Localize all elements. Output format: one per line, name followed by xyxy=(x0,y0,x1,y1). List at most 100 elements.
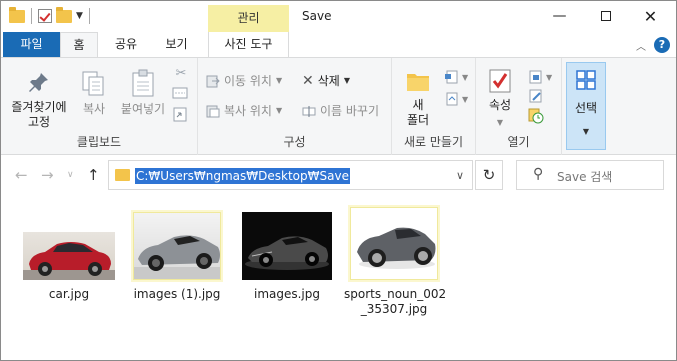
copy-to-icon xyxy=(206,105,220,118)
help-icon[interactable]: ? xyxy=(654,37,670,53)
properties-button[interactable]: 속성 ▼ xyxy=(482,68,518,130)
history-icon xyxy=(528,108,544,124)
address-dropdown-icon[interactable]: ∨ xyxy=(456,169,464,182)
open-group: 속성 ▼ ▼ 열기 xyxy=(476,58,562,155)
new-item-icon xyxy=(445,70,458,84)
copy-button[interactable]: 복사 xyxy=(75,70,113,117)
collapse-ribbon-icon[interactable]: ︿ xyxy=(636,38,646,53)
chevron-down-icon: ▼ xyxy=(582,127,590,136)
context-tab-manage[interactable]: 관리 xyxy=(208,5,289,32)
rename-label: 이름 바꾸기 xyxy=(320,104,380,118)
dark-supercar-thumbnail xyxy=(242,212,332,280)
tab-file[interactable]: 파일 xyxy=(3,32,60,57)
address-bar[interactable]: C:₩Users₩ngmas₩Desktop₩Save ∨ xyxy=(108,160,473,190)
easy-access-button[interactable]: ▼ xyxy=(444,88,468,110)
chevron-down-icon: ▼ xyxy=(275,76,283,85)
properties-check-icon[interactable] xyxy=(38,9,52,23)
move-to-icon xyxy=(206,75,220,88)
minimize-button[interactable]: — xyxy=(537,1,582,32)
back-arrow-icon[interactable]: ← xyxy=(15,166,28,184)
chevron-down-icon: ▼ xyxy=(462,94,469,104)
new-folder-icon[interactable] xyxy=(56,6,72,23)
navigation-bar: ← → ∨ ↑ C:₩Users₩ngmas₩Desktop₩Save ∨ ↻ … xyxy=(1,156,676,196)
open-small-buttons: ▼ xyxy=(528,66,552,128)
address-path[interactable]: C:₩Users₩ngmas₩Desktop₩Save xyxy=(135,168,350,184)
ribbon-tabs: 파일 홈 공유 보기 사진 도구 ︿ ? xyxy=(1,32,676,58)
title-bar: ▼ 관리 Save — ✕ xyxy=(1,1,676,32)
tab-share[interactable]: 공유 xyxy=(106,32,146,57)
chevron-down-icon: ▼ xyxy=(275,106,283,115)
pin-icon xyxy=(29,73,48,92)
properties-icon xyxy=(489,69,511,93)
folder-icon xyxy=(115,169,130,181)
move-to-label: 이동 위치 xyxy=(224,74,272,88)
maximize-button[interactable] xyxy=(583,1,628,32)
recent-locations-chevron-icon[interactable]: ∨ xyxy=(67,170,74,180)
open-icon xyxy=(529,70,542,84)
properties-label: 속성 xyxy=(488,98,512,112)
new-group: 새 폴더 ▼ ▼ 새로 만들기 xyxy=(392,58,476,155)
toolbar-divider xyxy=(88,8,90,24)
paste-shortcut-icon[interactable] xyxy=(172,106,190,126)
ribbon: 즐겨찾기에 고정 복사 붙여넣기 ✂ 클립보드 이동 위치 ▼ 복사 위치 ▼ … xyxy=(1,57,676,155)
copy-to-label: 복사 위치 xyxy=(224,104,272,118)
up-arrow-icon[interactable]: ↑ xyxy=(87,166,100,184)
paste-icon xyxy=(132,69,154,97)
tab-photo-tools[interactable]: 사진 도구 xyxy=(208,32,289,57)
open-button[interactable]: ▼ xyxy=(528,66,552,88)
copy-to-button[interactable]: 복사 위치 ▼ xyxy=(206,102,282,120)
window-title: Save xyxy=(302,9,332,23)
select-grid-icon xyxy=(576,70,596,90)
clipboard-group: 즐겨찾기에 고정 복사 붙여넣기 ✂ 클립보드 xyxy=(1,58,198,155)
tab-home[interactable]: 홈 xyxy=(60,32,98,58)
delete-label: 삭제 xyxy=(317,74,340,88)
refresh-icon: ↻ xyxy=(482,166,496,184)
rename-button[interactable]: 이름 바꾸기 xyxy=(302,102,379,120)
customize-toolbar-dropdown-icon[interactable]: ▼ xyxy=(76,9,83,23)
history-button[interactable] xyxy=(528,108,552,128)
refresh-button[interactable]: ↻ xyxy=(475,160,503,190)
file-name: sports_noun_002 _35307.jpg xyxy=(344,287,447,316)
organize-group-label: 구성 xyxy=(283,135,306,149)
file-explorer-window: ▼ 관리 Save — ✕ 파일 홈 공유 보기 사진 도구 ︿ ? 즐겨찾기에… xyxy=(0,0,677,361)
clipboard-group-label: 클립보드 xyxy=(76,135,122,149)
edit-icon xyxy=(529,89,542,103)
rename-icon xyxy=(302,106,316,117)
new-item-button[interactable]: ▼ xyxy=(444,66,468,88)
forward-arrow-icon[interactable]: → xyxy=(41,166,54,184)
search-placeholder: Save 검색 xyxy=(557,170,613,184)
red-sedan-thumbnail xyxy=(23,232,115,280)
new-group-label: 새로 만들기 xyxy=(403,135,463,149)
chevron-down-icon: ▼ xyxy=(343,76,350,85)
delete-button[interactable]: ✕ 삭제 ▼ xyxy=(302,72,350,90)
toolbar-divider xyxy=(31,8,32,24)
tab-view[interactable]: 보기 xyxy=(154,32,199,57)
new-folder-icon xyxy=(407,74,429,91)
copy-path-icon[interactable] xyxy=(172,86,190,106)
paste-label: 붙여넣기 xyxy=(120,102,166,116)
select-group: 선택 ▼ xyxy=(562,58,608,155)
file-name: images (1).jpg xyxy=(133,287,221,301)
chevron-down-icon: ▼ xyxy=(546,72,553,82)
close-button[interactable]: ✕ xyxy=(628,1,673,32)
close-icon: ✕ xyxy=(643,7,658,26)
folder-icon xyxy=(9,6,25,23)
search-box[interactable]: ⚲ Save 검색 xyxy=(516,160,664,190)
select-button[interactable]: 선택 ▼ xyxy=(566,62,606,150)
edit-button[interactable] xyxy=(528,88,552,108)
maximize-icon xyxy=(600,11,611,21)
delete-icon: ✕ xyxy=(302,73,314,89)
pin-label: 즐겨찾기에 고정 xyxy=(11,100,67,129)
move-to-button[interactable]: 이동 위치 ▼ xyxy=(206,72,282,90)
organize-group: 이동 위치 ▼ 복사 위치 ▼ ✕ 삭제 ▼ 이름 바꾸기 구성 xyxy=(198,58,392,155)
new-folder-button[interactable]: 새 폴더 xyxy=(398,68,438,128)
grey-concept-car-thumbnail xyxy=(350,207,438,280)
easy-access-icon xyxy=(446,92,458,106)
cut-icon[interactable]: ✂ xyxy=(172,66,190,86)
file-list: car.jpg images (1).jpg images.jpg sports… xyxy=(1,196,676,360)
pin-to-quick-access-button[interactable]: 즐겨찾기에 고정 xyxy=(7,70,71,130)
search-icon: ⚲ xyxy=(533,166,544,182)
chevron-down-icon: ▼ xyxy=(462,72,469,82)
silver-supercar-thumbnail xyxy=(133,212,221,280)
paste-button[interactable]: 붙여넣기 xyxy=(115,68,171,117)
